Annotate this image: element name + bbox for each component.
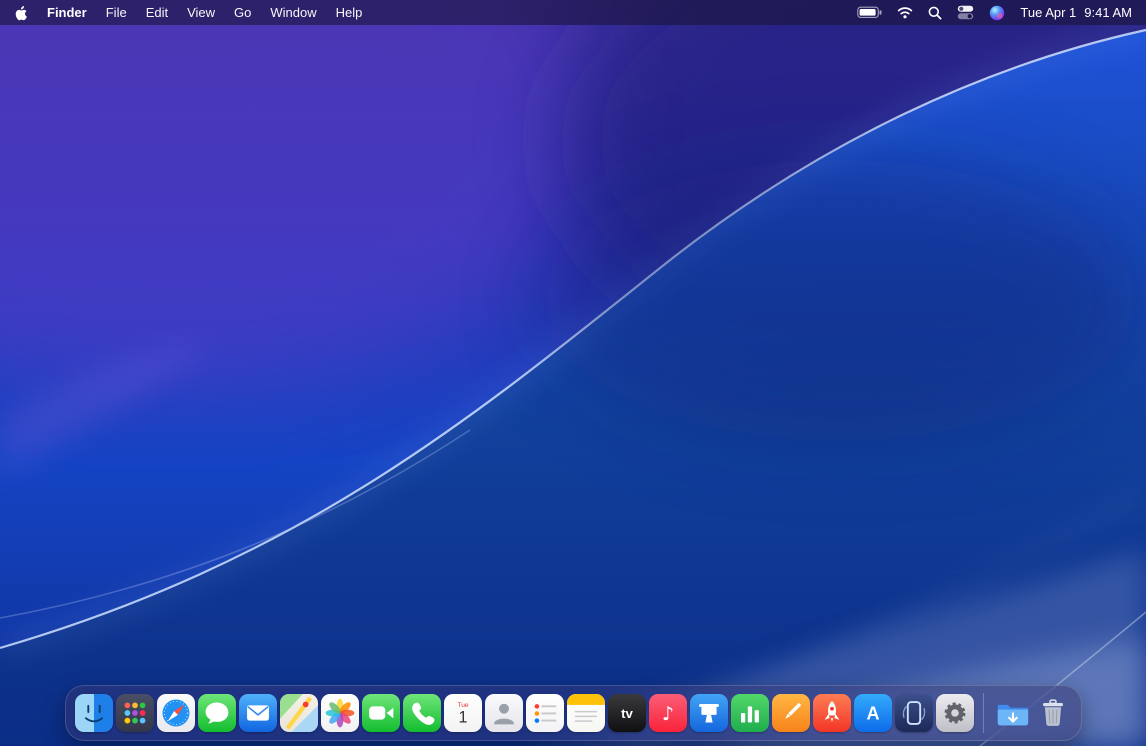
menu-item-go[interactable]: Go	[234, 5, 251, 20]
dock: Tue1 tv ♪ A	[65, 685, 1082, 741]
dock-apps-group: Tue1 tv ♪ A	[75, 694, 974, 732]
menu-bar-clock[interactable]: Tue Apr 1 9:41 AM	[1020, 5, 1132, 20]
dock-icon-settings[interactable]	[936, 694, 974, 732]
desktop: Finder File Edit View Go Window Help Tue Apr …	[0, 0, 1146, 746]
dock-separator	[983, 693, 984, 733]
dock-icon-messages[interactable]	[198, 694, 236, 732]
dock-icon-phone[interactable]	[403, 694, 441, 732]
wifi-icon[interactable]	[897, 6, 913, 19]
dock-icon-mail[interactable]	[239, 694, 277, 732]
dock-icon-photos[interactable]	[321, 694, 359, 732]
menu-item-window[interactable]: Window	[270, 5, 316, 20]
svg-text:tv: tv	[621, 706, 633, 721]
dock-icon-trash[interactable]	[1034, 694, 1072, 732]
apple-menu[interactable]	[14, 5, 28, 21]
active-app-menu[interactable]: Finder	[47, 5, 87, 20]
dock-icon-tv[interactable]: tv	[608, 694, 646, 732]
dock-icon-notes[interactable]	[567, 694, 605, 732]
battery-icon[interactable]	[857, 6, 882, 19]
control-center-icon[interactable]	[957, 5, 974, 20]
menu-item-view[interactable]: View	[187, 5, 215, 20]
dock-extras-group	[993, 694, 1072, 732]
menu-item-file[interactable]: File	[106, 5, 127, 20]
dock-icon-iphone-mirroring[interactable]	[895, 694, 933, 732]
dock-icon-keynote[interactable]	[690, 694, 728, 732]
apple-logo-icon	[14, 5, 28, 21]
dock-icon-pages[interactable]	[772, 694, 810, 732]
dock-icon-numbers[interactable]	[731, 694, 769, 732]
menu-item-edit[interactable]: Edit	[146, 5, 168, 20]
svg-text:♪: ♪	[661, 703, 673, 725]
dock-icon-music[interactable]: ♪	[649, 694, 687, 732]
menu-item-help[interactable]: Help	[336, 5, 363, 20]
dock-area: Tue1 tv ♪ A	[0, 685, 1146, 741]
svg-text:1: 1	[458, 709, 467, 727]
menu-bar-time: 9:41 AM	[1084, 5, 1132, 20]
dock-icon-launchpad[interactable]	[116, 694, 154, 732]
dock-icon-safari[interactable]	[157, 694, 195, 732]
dock-icon-games[interactable]	[813, 694, 851, 732]
dock-icon-downloads[interactable]	[993, 694, 1031, 732]
dock-icon-calendar[interactable]: Tue1	[444, 694, 482, 732]
menu-bar: Finder File Edit View Go Window Help Tue Apr …	[0, 0, 1146, 25]
menu-bar-date: Tue Apr 1	[1020, 5, 1076, 20]
spotlight-icon[interactable]	[928, 6, 942, 20]
siri-icon[interactable]	[989, 5, 1005, 21]
dock-icon-finder[interactable]	[75, 694, 113, 732]
dock-icon-appstore[interactable]: A	[854, 694, 892, 732]
dock-icon-maps[interactable]	[280, 694, 318, 732]
dock-icon-reminders[interactable]	[526, 694, 564, 732]
dock-icon-contacts[interactable]	[485, 694, 523, 732]
svg-text:A: A	[866, 704, 879, 724]
desktop-wallpaper	[0, 0, 1146, 746]
dock-icon-facetime[interactable]	[362, 694, 400, 732]
